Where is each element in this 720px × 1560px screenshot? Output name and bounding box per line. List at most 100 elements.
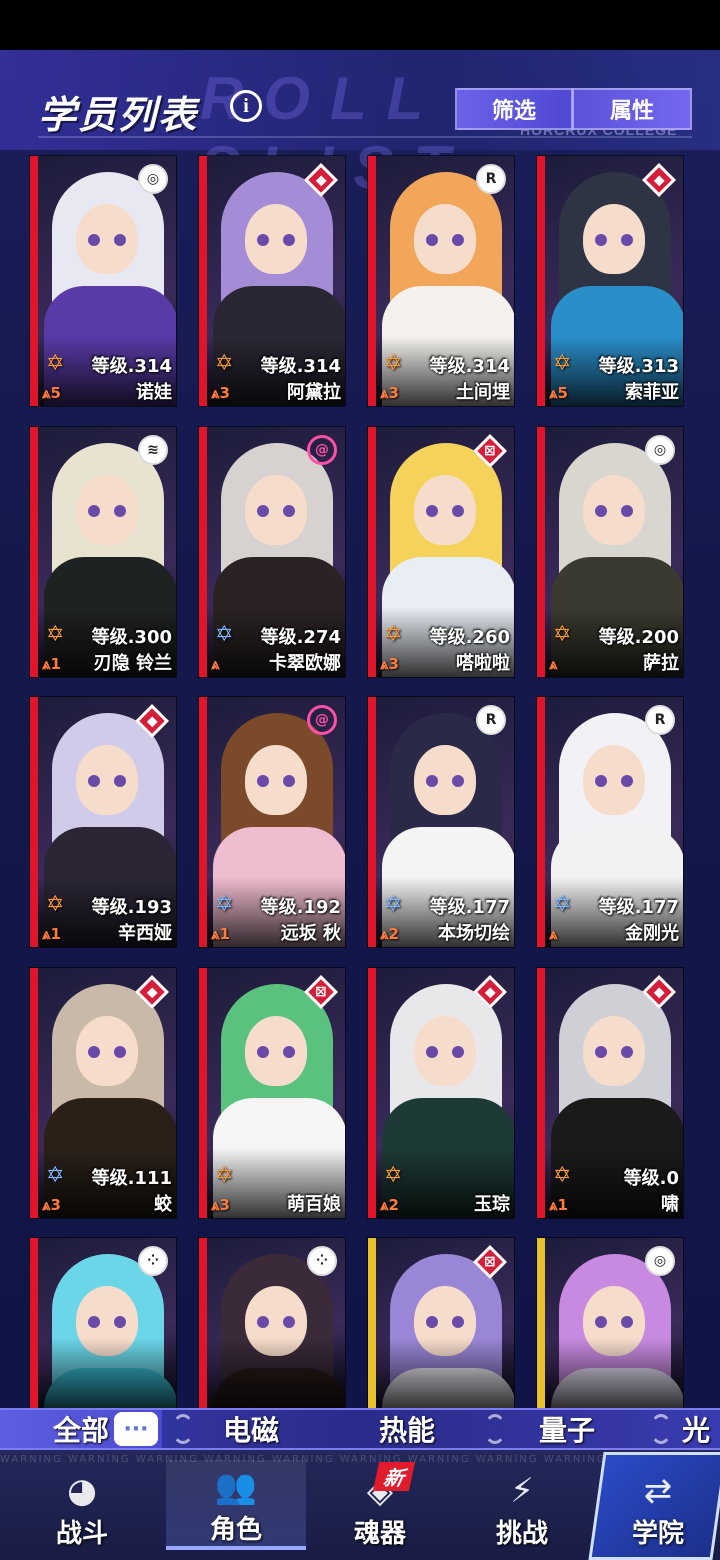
element-R-icon: R bbox=[645, 705, 675, 735]
card-fade bbox=[376, 1338, 514, 1408]
tab-electromagnetic[interactable]: 电磁 bbox=[196, 1410, 306, 1448]
globe-icon: ◕ bbox=[67, 1471, 97, 1511]
card-name: 卡翠欧娜 bbox=[269, 653, 341, 674]
star-icon: ✡ bbox=[553, 1163, 572, 1188]
star-icon: ✡ bbox=[215, 351, 234, 376]
card-level: 等级.177 bbox=[598, 897, 679, 918]
swap-icon: ⇄ bbox=[643, 1471, 673, 1511]
character-card[interactable]: ⁘ bbox=[199, 1238, 345, 1408]
character-card[interactable]: ◆ ✡ 等级.0 啸 ⩓1 bbox=[537, 968, 683, 1218]
rank-chevron-icon: ⩓ bbox=[549, 925, 558, 943]
star-icon: ✡ bbox=[46, 892, 65, 917]
star-icon: ✡ bbox=[553, 892, 572, 917]
rank-chevron-icon: ⩓ bbox=[549, 655, 558, 673]
tab-thermal[interactable]: 热能 bbox=[352, 1410, 462, 1448]
star-icon: ✡ bbox=[215, 892, 234, 917]
card-rank-value: 3 bbox=[219, 1196, 230, 1214]
character-card[interactable]: ◆ ✡ 等级.313 索菲亚 ⩓5 bbox=[537, 156, 683, 406]
card-rank: ⩓3 bbox=[380, 384, 399, 402]
character-card[interactable]: ◎ bbox=[537, 1238, 683, 1408]
character-card[interactable]: ⊠ bbox=[368, 1238, 514, 1408]
element-dots-icon: ⁘ bbox=[307, 1246, 337, 1276]
character-card[interactable]: ⊠ ✡ 等级.260 嗒啦啦 ⩓3 bbox=[368, 427, 514, 677]
card-level: 等级.314 bbox=[429, 356, 510, 377]
card-rank-value: 3 bbox=[388, 384, 399, 402]
card-fade bbox=[545, 1338, 683, 1408]
star-icon: ✡ bbox=[384, 622, 403, 647]
card-level: 等级.0 bbox=[623, 1168, 679, 1189]
character-card[interactable]: ◎ ✡ 等级.314 诺娃 ⩓5 bbox=[30, 156, 176, 406]
card-fade bbox=[207, 1338, 345, 1408]
chat-bubble-icon[interactable]: ··· bbox=[114, 1412, 158, 1446]
filter-button[interactable]: 筛选 bbox=[455, 88, 573, 130]
card-rank: ⩓1 bbox=[549, 1196, 568, 1214]
card-name: 土间埋 bbox=[456, 382, 510, 403]
tab-light[interactable]: 光 bbox=[682, 1410, 720, 1448]
star-icon: ✡ bbox=[384, 351, 403, 376]
card-level: 等级.193 bbox=[91, 897, 172, 918]
card-rank-value: 1 bbox=[50, 655, 61, 673]
nav-challenge-label: 挑战 bbox=[495, 1519, 548, 1549]
element-filter-tabs: 全部 电磁 热能 量子 光 bbox=[0, 1408, 720, 1450]
character-card[interactable]: ◎ ✡ 等级.200 萨拉 ⩓ bbox=[537, 427, 683, 677]
character-card[interactable]: ◆ ✡ 等级.111 蛟 ⩓3 bbox=[30, 968, 176, 1218]
tab-separator bbox=[484, 1414, 506, 1444]
card-rank-value: 2 bbox=[388, 925, 399, 943]
nav-character[interactable]: 👥 角色 bbox=[166, 1460, 306, 1550]
card-name: 本场切绘 bbox=[438, 923, 510, 944]
card-rank: ⩓5 bbox=[42, 384, 61, 402]
element-swirl-icon: @ bbox=[307, 435, 337, 465]
card-rank-value: 3 bbox=[388, 655, 399, 673]
star-icon: ✡ bbox=[384, 1163, 403, 1188]
character-card[interactable]: ⁘ bbox=[30, 1238, 176, 1408]
card-fade bbox=[38, 1338, 176, 1408]
card-name: 玉琮 bbox=[474, 1194, 510, 1215]
card-level: 等级.192 bbox=[260, 897, 341, 918]
nav-challenge[interactable]: ⚡ 挑战 bbox=[452, 1460, 592, 1550]
character-card[interactable]: R ✡ 等级.177 金刚光 ⩓ bbox=[537, 697, 683, 947]
card-rank-value: 3 bbox=[50, 1196, 61, 1214]
card-rank-value: 3 bbox=[219, 384, 230, 402]
card-rank: ⩓ bbox=[549, 925, 557, 943]
nav-battle[interactable]: ◕ 战斗 bbox=[12, 1460, 152, 1550]
character-card[interactable]: ◆ ✡ 等级.193 辛西娅 ⩓1 bbox=[30, 697, 176, 947]
attribute-button[interactable]: 属性 bbox=[572, 88, 692, 130]
info-icon[interactable]: i bbox=[230, 90, 262, 122]
card-name: 啸 bbox=[661, 1194, 679, 1215]
character-card[interactable]: ⊠ ✡ 萌百娘 ⩓3 bbox=[199, 968, 345, 1218]
card-rank-value: 5 bbox=[50, 384, 61, 402]
element-dots-icon: ⁘ bbox=[138, 1246, 168, 1276]
nav-academy-content[interactable]: ⇄ 学院 bbox=[596, 1460, 720, 1550]
new-badge: 新 bbox=[372, 1462, 416, 1491]
card-level: 等级.314 bbox=[260, 356, 341, 377]
card-rank: ⩓3 bbox=[211, 384, 230, 402]
card-level: 等级.274 bbox=[260, 627, 341, 648]
tab-quantum[interactable]: 量子 bbox=[512, 1410, 622, 1448]
character-card[interactable]: ◆ ✡ 玉琮 ⩓2 bbox=[368, 968, 514, 1218]
character-card[interactable]: @ ✡ 等级.192 远坂 秋 ⩓1 bbox=[199, 697, 345, 947]
nav-soul-label: 魂器 bbox=[353, 1519, 406, 1549]
rank-chevron-icon: ⩓ bbox=[211, 655, 220, 673]
character-card[interactable]: R ✡ 等级.177 本场切绘 ⩓2 bbox=[368, 697, 514, 947]
card-rank-value: 1 bbox=[219, 925, 230, 943]
page-title: 学员列表 bbox=[38, 93, 199, 137]
character-card[interactable]: ≋ ✡ 等级.300 刃隐 铃兰 ⩓1 bbox=[30, 427, 176, 677]
card-rank: ⩓1 bbox=[42, 655, 61, 673]
card-rank: ⩓ bbox=[549, 655, 557, 673]
card-name: 萌百娘 bbox=[287, 1194, 341, 1215]
tab-separator bbox=[172, 1414, 194, 1444]
element-psy-icon: ◎ bbox=[645, 435, 675, 465]
character-card[interactable]: ◆ ✡ 等级.314 阿黛拉 ⩓3 bbox=[199, 156, 345, 406]
card-level: 等级.314 bbox=[91, 356, 172, 377]
tab-separator bbox=[650, 1414, 672, 1444]
card-name: 阿黛拉 bbox=[287, 382, 341, 403]
people-icon: 👥 bbox=[214, 1467, 258, 1507]
card-name: 辛西娅 bbox=[118, 923, 172, 944]
character-card[interactable]: R ✡ 等级.314 土间埋 ⩓3 bbox=[368, 156, 514, 406]
star-icon: ✡ bbox=[553, 622, 572, 647]
card-rank: ⩓1 bbox=[211, 925, 230, 943]
card-name: 蛟 bbox=[154, 1194, 172, 1215]
card-rank: ⩓ bbox=[211, 655, 219, 673]
character-card[interactable]: @ ✡ 等级.274 卡翠欧娜 ⩓ bbox=[199, 427, 345, 677]
card-rank: ⩓3 bbox=[211, 1196, 230, 1214]
